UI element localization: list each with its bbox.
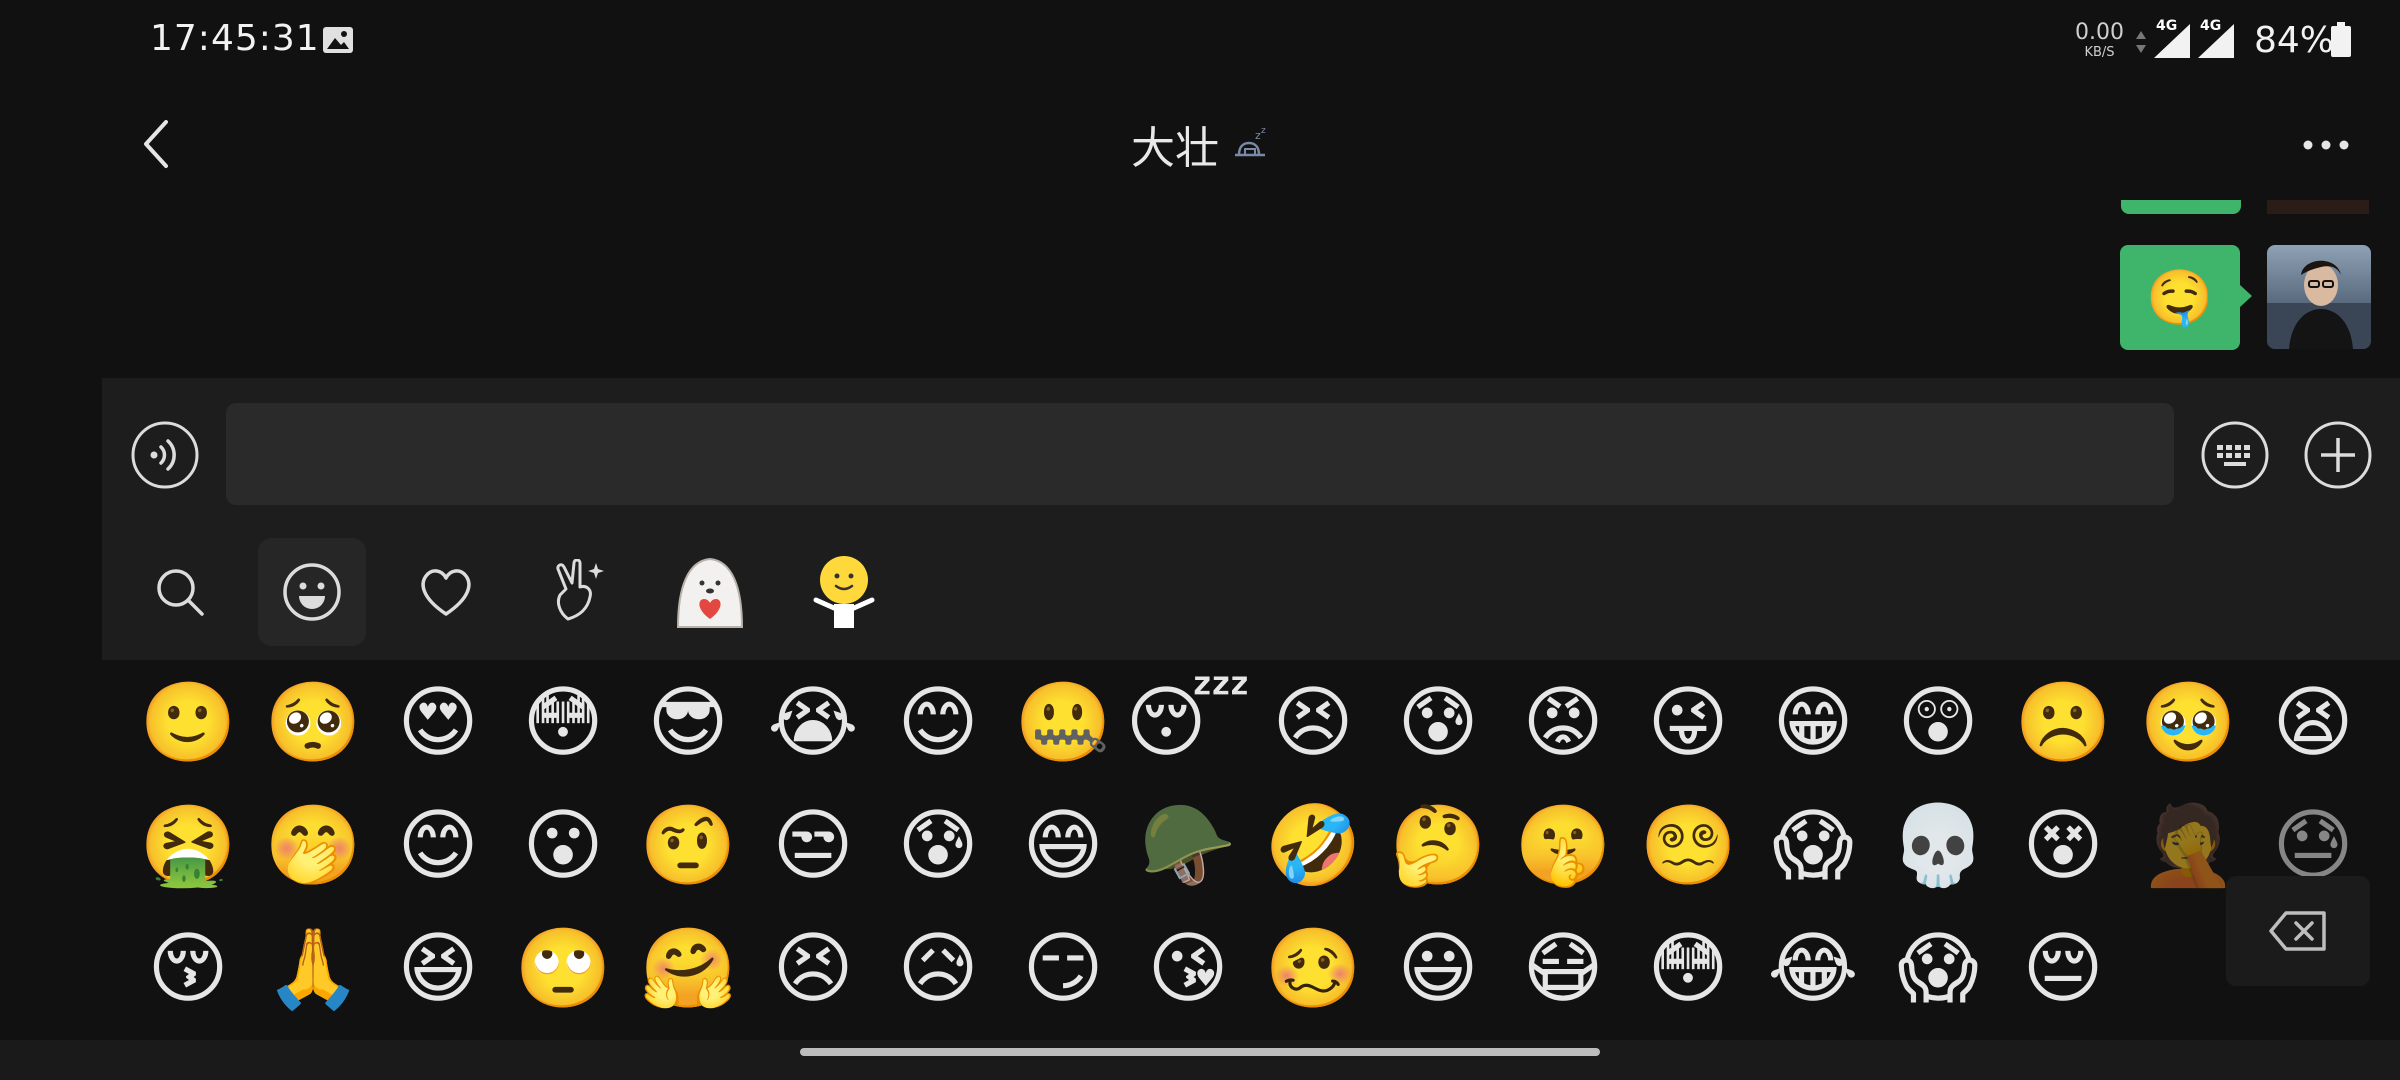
emoji-item[interactable]: 🥴 — [1263, 919, 1363, 1019]
tab-sticker-pack-1[interactable] — [656, 538, 764, 646]
emoji-item[interactable]: ☹️ — [2013, 673, 2113, 773]
emoji-item[interactable]: 🤨 — [638, 796, 738, 896]
emoji-item[interactable]: 😲 — [1888, 673, 1988, 773]
net-speed-value: 0.00 — [2075, 20, 2124, 45]
emoji-item[interactable]: 😮 — [513, 796, 613, 896]
emoji-grid: 🙂 🥺 😍 😳 😎 😭 😊 🤐 😴 😣 😰 😡 😜 😁 😲 ☹️ 🥹 😫 🤮 🤭 😊 😮 🤨 😒 😰 😄 🪖 🤣 🤔 🤫 😵‍💫 😱 💀 😵 🤦 😓 😚… — [100, 660, 2400, 1040]
emoji-item[interactable]: 😔 — [2013, 919, 2113, 1019]
emoji-item[interactable]: 😳 — [1638, 919, 1738, 1019]
emoji-item[interactable]: 😚 — [138, 919, 238, 1019]
data-arrows-icon — [2136, 31, 2146, 53]
emoji-item[interactable]: 🤮 — [138, 796, 238, 896]
emoji-item[interactable]: 😂 — [1763, 919, 1863, 1019]
tab-search[interactable] — [126, 538, 234, 646]
emoji-item[interactable]: 😒 — [763, 796, 863, 896]
chat-title: 大壮 — [1131, 123, 1219, 174]
emoji-item[interactable]: 😵 — [2013, 796, 2113, 896]
emoji-item[interactable]: 😫 — [2263, 673, 2363, 773]
more-button[interactable] — [2300, 132, 2352, 158]
emoji-item[interactable]: 🥹 — [2138, 673, 2238, 773]
emoji-item[interactable]: 🤣 — [1263, 796, 1363, 896]
emoji-item[interactable]: 😘 — [1138, 919, 1238, 1019]
message-bubble[interactable]: 🤤 — [2120, 245, 2240, 350]
delete-button[interactable] — [2226, 876, 2370, 986]
emoji-item[interactable]: 😣 — [1263, 673, 1363, 773]
message-emoji: 🤤 — [2146, 265, 2214, 329]
emoji-item[interactable]: 😊 — [388, 796, 488, 896]
seal-heart-sticker-icon — [676, 557, 744, 628]
heart-icon — [421, 569, 471, 616]
emoji-item[interactable]: 🤦 — [2138, 796, 2238, 896]
emoji-item[interactable]: 🤐 — [1013, 673, 1113, 773]
emoji-item[interactable]: 😃 — [1388, 919, 1488, 1019]
emoji-item[interactable]: 🙄 — [513, 919, 613, 1019]
emoji-item[interactable]: 🙏 — [263, 919, 363, 1019]
emoji-item[interactable]: 😱 — [1763, 796, 1863, 896]
emoji-item[interactable]: 😭 — [763, 673, 863, 773]
previous-avatar[interactable] — [2267, 200, 2369, 214]
emoji-item[interactable]: 😎 — [638, 673, 738, 773]
status-time: 17:45:31 — [150, 18, 320, 59]
emoji-item[interactable]: 😰 — [1388, 673, 1488, 773]
add-button[interactable] — [2303, 420, 2373, 490]
emoji-item[interactable]: 😣 — [763, 919, 863, 1019]
gallery-icon — [323, 27, 353, 53]
signal-1-icon — [2154, 24, 2190, 58]
emoji-item[interactable]: 😆 — [388, 919, 488, 1019]
tab-gestures[interactable] — [524, 538, 632, 646]
keyboard-button[interactable] — [2200, 420, 2270, 490]
emoji-item[interactable]: 😜 — [1638, 673, 1738, 773]
status-bar — [0, 0, 2400, 80]
emoji-item[interactable]: 😵‍💫 — [1638, 796, 1738, 896]
emoji-item[interactable]: 😥 — [888, 919, 988, 1019]
bubble-tail — [2240, 285, 2252, 307]
emoji-item[interactable]: 🙂 — [138, 673, 238, 773]
signal-2-icon — [2198, 24, 2234, 58]
emoji-item[interactable]: 😷 — [1513, 919, 1613, 1019]
emoji-item[interactable]: 😏 — [1013, 919, 1113, 1019]
emoji-item[interactable]: 😍 — [388, 673, 488, 773]
emoji-item[interactable]: 😄 — [1013, 796, 1113, 896]
message-input[interactable] — [226, 403, 2174, 505]
emoji-item[interactable]: 😳 — [513, 673, 613, 773]
chat-header: 大壮 z z — [0, 112, 2400, 176]
net-speed: 0.00 KB/S — [2075, 20, 2124, 60]
emoji-item[interactable]: 💀 — [1888, 796, 1988, 896]
emoji-item[interactable]: 🤔 — [1388, 796, 1488, 896]
net-speed-unit: KB/S — [2084, 45, 2115, 60]
svg-text:z: z — [1261, 126, 1266, 136]
sleep-icon: z z — [1235, 126, 1266, 157]
hand-sparkle-icon — [556, 559, 604, 621]
emoji-item[interactable]: 🤗 — [638, 919, 738, 1019]
avatar[interactable] — [2267, 245, 2371, 349]
tab-favorites[interactable] — [392, 538, 500, 646]
emoji-item[interactable]: 🥺 — [263, 673, 363, 773]
search-icon — [157, 569, 204, 616]
battery-icon — [2331, 22, 2351, 57]
tab-emoji[interactable] — [258, 538, 366, 646]
emoji-item[interactable]: 🪖 — [1138, 796, 1238, 896]
emoji-item[interactable]: 😁 — [1763, 673, 1863, 773]
emoji-item[interactable]: 😴 — [1125, 673, 1250, 773]
tab-sticker-pack-2[interactable] — [790, 538, 898, 646]
emoji-item[interactable]: 😡 — [1513, 673, 1613, 773]
yellow-figure-sticker-icon — [813, 556, 875, 628]
emoji-item[interactable]: 🤫 — [1513, 796, 1613, 896]
bottom-bar — [0, 1040, 2400, 1080]
emoji-item[interactable]: 😱 — [1888, 919, 1988, 1019]
voice-input-button[interactable] — [130, 420, 200, 490]
backspace-icon — [2269, 911, 2326, 951]
previous-message-bubble[interactable] — [2121, 200, 2241, 214]
battery-percent: 84% — [2254, 20, 2335, 61]
home-indicator[interactable] — [800, 1048, 1600, 1056]
smiley-icon — [283, 563, 341, 621]
emoji-item[interactable]: 🤭 — [263, 796, 363, 896]
emoji-item[interactable]: 😊 — [888, 673, 988, 773]
emoji-item[interactable]: 😰 — [888, 796, 988, 896]
